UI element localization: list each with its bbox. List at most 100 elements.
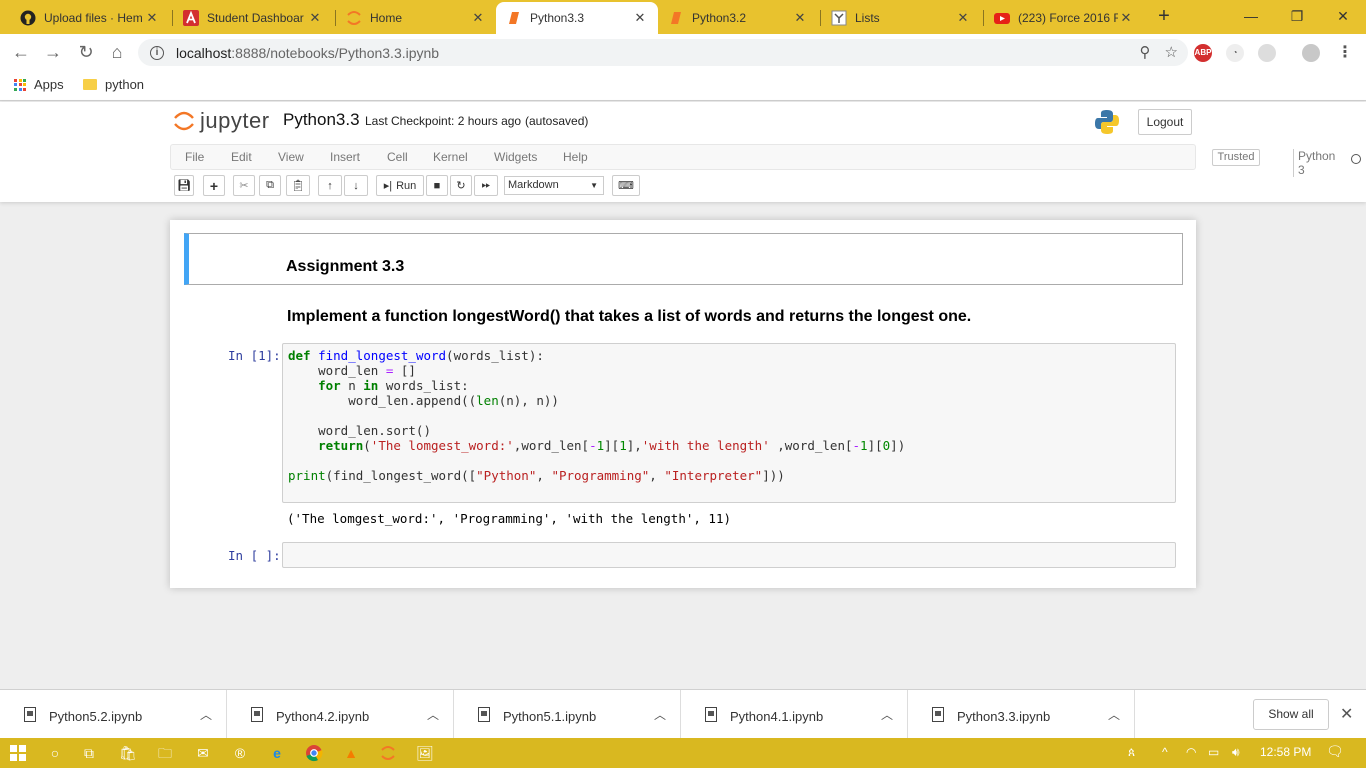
close-icon[interactable]: ✕ [470, 10, 486, 26]
jupyter-logo[interactable]: jupyter [174, 108, 270, 134]
notebook-name[interactable]: Python3.3 [283, 110, 360, 130]
reload-icon[interactable]: ↻ [75, 41, 97, 63]
trusted-badge[interactable]: Trusted [1212, 149, 1260, 166]
close-icon[interactable]: ✕ [792, 10, 808, 26]
tab-python3-3[interactable]: Python3.3 ✕ [496, 2, 658, 34]
move-up-button[interactable]: ↑ [318, 175, 342, 196]
mail-icon[interactable]: ✉ [193, 743, 213, 763]
close-window-button[interactable]: ✕ [1320, 4, 1366, 28]
photos-icon[interactable]: 🖼︎ [415, 743, 435, 763]
extension-circle-icon[interactable] [1258, 44, 1276, 62]
tab-home[interactable]: Home ✕ [336, 2, 496, 34]
run-button[interactable]: ▸| Run [376, 175, 424, 196]
cut-button[interactable]: ✂ [233, 175, 255, 196]
code-line: word_len.append((len(n), n)) [288, 393, 559, 408]
close-icon[interactable]: ✕ [1118, 10, 1134, 26]
code-cell-2[interactable] [282, 542, 1176, 568]
windows-start-icon[interactable] [8, 743, 28, 763]
volume-icon[interactable]: 🔊︎ [1232, 745, 1240, 760]
menu-widgets[interactable]: Widgets [494, 150, 537, 164]
chrome-icon[interactable] [304, 743, 324, 763]
chevron-up-icon[interactable]: ︿ [881, 706, 893, 723]
battery-icon[interactable]: ▭ [1208, 745, 1219, 759]
jupyter-logo-icon [174, 110, 194, 132]
download-item[interactable]: Python5.2.ipynb ︿ [0, 690, 227, 739]
wifi-icon[interactable]: ◠ [1186, 745, 1196, 759]
zoom-icon[interactable]: ⚲ [1140, 43, 1151, 61]
download-item[interactable]: Python5.1.ipynb ︿ [454, 690, 681, 739]
menu-view[interactable]: View [278, 150, 304, 164]
markdown-cell-selected[interactable]: Assignment 3.3 [184, 233, 1183, 285]
close-icon[interactable]: ✕ [955, 10, 971, 26]
stop-icon: ■ [433, 179, 441, 192]
menu-cell[interactable]: Cell [387, 150, 408, 164]
task-view-icon[interactable]: ⧉ [79, 743, 99, 763]
code-cell-1[interactable]: def find_longest_word(words_list): word_… [282, 343, 1176, 503]
show-all-button[interactable]: Show all [1253, 699, 1329, 730]
people-icon[interactable]: ጰ [1128, 745, 1135, 760]
copy-button[interactable]: ⧉ [259, 175, 281, 196]
bookmark-star-icon[interactable]: ☆ [1165, 43, 1178, 61]
cell-type-select[interactable]: Markdown ▼ [504, 176, 604, 195]
restart-run-all-button[interactable]: ⏩︎ [474, 175, 498, 196]
menu-help[interactable]: Help [563, 150, 588, 164]
restart-button[interactable]: ↻ [450, 175, 472, 196]
forward-icon[interactable]: → [42, 41, 64, 63]
download-item[interactable]: Python3.3.ipynb ︿ [908, 690, 1135, 739]
chevron-up-icon[interactable]: ︿ [200, 706, 212, 723]
clock-time[interactable]: 12:58 PM [1260, 745, 1311, 759]
paste-icon: 📋︎ [291, 180, 305, 192]
bookmark-apps[interactable]: Apps [14, 77, 64, 92]
insert-cell-button[interactable]: + [203, 175, 225, 196]
jupyter-taskbar-icon[interactable] [378, 743, 398, 763]
tab-student-dashboard[interactable]: Student Dashboar ✕ [173, 2, 333, 34]
bookmark-label: python [105, 77, 145, 92]
close-icon[interactable]: ✕ [144, 10, 160, 26]
close-icon[interactable]: ✕ [1340, 704, 1353, 724]
menu-kebab-icon[interactable]: ⋮ [1336, 44, 1354, 62]
profile-avatar[interactable] [1302, 44, 1320, 62]
paste-button[interactable]: 📋︎ [286, 175, 310, 196]
interrupt-button[interactable]: ■ [426, 175, 448, 196]
chevron-up-icon[interactable]: ︿ [427, 706, 439, 723]
kernel-name[interactable]: Python 3 [1293, 149, 1335, 177]
search-icon[interactable]: ○ [45, 743, 65, 763]
github-icon [20, 10, 36, 26]
site-info-icon[interactable]: i [150, 45, 164, 60]
menu-edit[interactable]: Edit [231, 150, 252, 164]
menu-insert[interactable]: Insert [330, 150, 360, 164]
adblock-extension-icon[interactable]: ABP [1194, 44, 1212, 62]
back-icon[interactable]: ← [10, 41, 32, 63]
menu-kernel[interactable]: Kernel [433, 150, 468, 164]
move-down-button[interactable]: ↓ [344, 175, 368, 196]
new-tab-button[interactable]: + [1153, 5, 1175, 27]
notification-icon[interactable]: 🗨︎ [1326, 743, 1344, 760]
address-bar[interactable]: i localhost :8888/notebooks/Python3.3.ip… [138, 39, 1188, 66]
code-line: def find_longest_word(words_list): [288, 348, 544, 363]
restore-button[interactable]: ❐ [1274, 4, 1320, 28]
extension-icon[interactable]: ◔ [1226, 44, 1244, 62]
vlc-icon[interactable]: ▲ [341, 743, 361, 763]
chevron-up-icon[interactable]: ︿ [1108, 706, 1120, 723]
bookmark-python[interactable]: python [83, 77, 144, 92]
home-icon[interactable]: ⌂ [106, 41, 128, 63]
tab-python3-2[interactable]: Python3.2 ✕ [658, 2, 818, 34]
minimize-button[interactable]: — [1228, 4, 1274, 28]
download-item[interactable]: Python4.1.ipynb ︿ [681, 690, 908, 739]
save-button[interactable]: 💾︎ [174, 175, 194, 196]
close-icon[interactable]: ✕ [307, 10, 323, 26]
file-explorer-icon[interactable]: 🗀 [155, 743, 175, 763]
edge-browser-icon[interactable]: e [267, 743, 287, 763]
chevron-up-icon[interactable]: ︿ [654, 706, 666, 723]
menu-file[interactable]: File [185, 150, 204, 164]
tab-upload-files[interactable]: Upload files · Hem ✕ [10, 2, 170, 34]
download-item[interactable]: Python4.2.ipynb ︿ [227, 690, 454, 739]
logout-button[interactable]: Logout [1138, 109, 1192, 135]
chevron-up-icon[interactable]: ^ [1162, 745, 1168, 759]
store-icon[interactable]: 🛍︎ [118, 743, 138, 763]
tab-lists[interactable]: Lists ✕ [821, 2, 981, 34]
command-palette-button[interactable]: ⌨ [612, 175, 640, 196]
app-icon[interactable]: ® [230, 743, 250, 763]
tab-youtube[interactable]: (223) Force 2016 F ✕ [984, 2, 1144, 34]
close-icon[interactable]: ✕ [632, 10, 648, 26]
